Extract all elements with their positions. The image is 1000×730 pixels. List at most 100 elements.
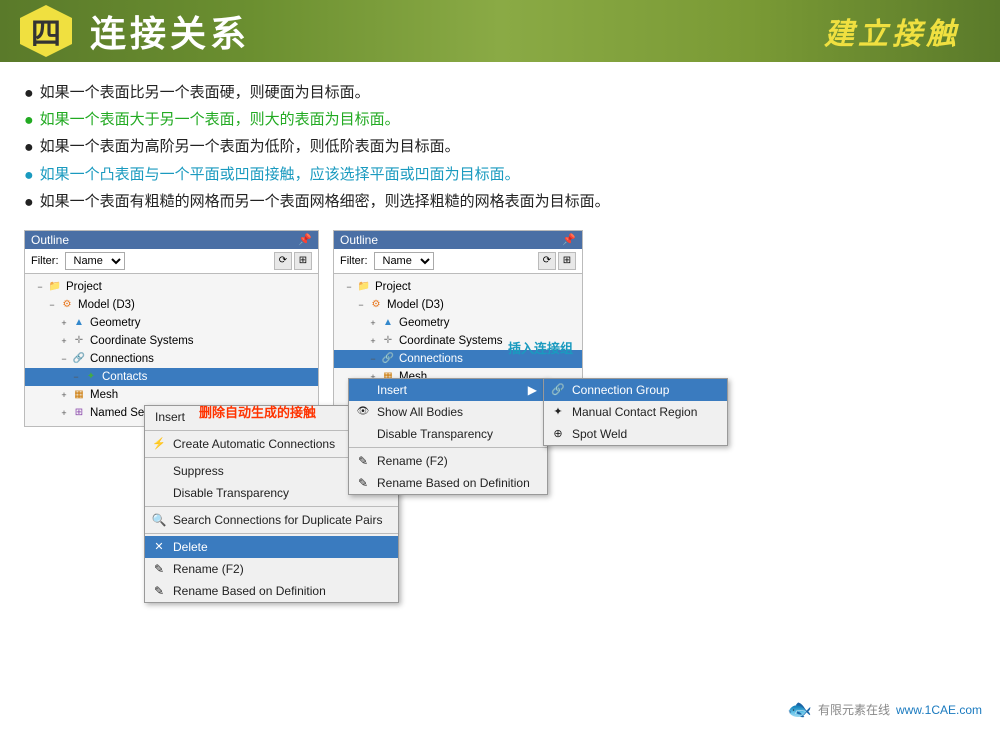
left-toolbar: ⟳ ⊞ xyxy=(274,252,312,270)
submenu-manual-contact[interactable]: ✦ Manual Contact Region xyxy=(544,401,727,423)
tree-item-geo-left[interactable]: + ▲ Geometry xyxy=(25,314,318,332)
expand-named-left: + xyxy=(57,406,71,420)
expand-coord-right: + xyxy=(366,334,380,348)
tree-item-project-left[interactable]: − 📁 Project xyxy=(25,278,318,296)
rename-right-icon: ✎ xyxy=(355,453,371,469)
menu-rename-def-left[interactable]: ✎ Rename Based on Definition xyxy=(145,580,398,602)
create-auto-label: Create Automatic Connections xyxy=(173,437,335,451)
expand-conn-right: − xyxy=(366,352,380,366)
expand-conn-left: − xyxy=(57,352,71,366)
rename-right-label: Rename (F2) xyxy=(377,454,448,468)
right-panel-title: Outline xyxy=(340,233,378,247)
menu-rename-left[interactable]: ✎ Rename (F2) xyxy=(145,558,398,580)
rename-def-right-label: Rename Based on Definition xyxy=(377,476,530,490)
right-annotation: 插入连接组 xyxy=(508,338,573,357)
left-toolbar-btn1[interactable]: ⟳ xyxy=(274,252,292,270)
bullet-text-5: 如果一个表面有粗糙的网格而另一个表面网格细密，则选择粗糙的网格表面为目标面。 xyxy=(40,189,610,215)
model-icon-left: ⚙ xyxy=(59,297,75,313)
right-menu-disable-trans[interactable]: Disable Transparency xyxy=(349,423,547,445)
right-panel-pin: 📌 xyxy=(562,233,576,246)
conn-icon-left: 🔗 xyxy=(71,351,87,367)
bullet-text-4: 如果一个凸表面与一个平面或凹面接触，应该选择平面或凹面为目标面。 xyxy=(40,162,520,188)
right-menu-insert[interactable]: Insert ▶ xyxy=(349,379,547,401)
right-menu-show-all[interactable]: 👁 Show All Bodies xyxy=(349,401,547,423)
project-icon-left: 📁 xyxy=(47,279,63,295)
connection-group-label: Connection Group xyxy=(572,383,669,397)
bullet-text-1: 如果一个表面比另一个表面硬，则硬面为目标面。 xyxy=(40,80,370,106)
tree-item-coord-left[interactable]: + ✛ Coordinate Systems xyxy=(25,332,318,350)
bullet-marker-3: ● xyxy=(24,134,34,161)
left-toolbar-btn2[interactable]: ⊞ xyxy=(294,252,312,270)
disable-trans-left-label: Disable Transparency xyxy=(173,486,289,500)
tree-item-connections-left[interactable]: − 🔗 Connections xyxy=(25,350,318,368)
right-menu-insert-arrow: ▶ xyxy=(528,383,537,397)
bullet-list: ● 如果一个表面比另一个表面硬，则硬面为目标面。 ● 如果一个表面大于另一个表面… xyxy=(24,80,976,216)
project-icon-right: 📁 xyxy=(356,279,372,295)
spot-weld-icon: ⊕ xyxy=(550,426,566,442)
section-title: 连接关系 xyxy=(90,5,250,57)
menu-sep3 xyxy=(145,506,398,507)
expand-mesh-left: + xyxy=(57,388,71,402)
content-area: ● 如果一个表面比另一个表面硬，则硬面为目标面。 ● 如果一个表面大于另一个表面… xyxy=(0,62,1000,437)
watermark-text: 有限元素在线 xyxy=(818,701,890,718)
coord-icon-left: ✛ xyxy=(71,333,87,349)
rename-def-left-icon: ✎ xyxy=(151,583,167,599)
right-toolbar: ⟳ ⊞ xyxy=(538,252,576,270)
filter-dropdown-left[interactable]: Name xyxy=(65,252,125,270)
menu-sep4 xyxy=(145,533,398,534)
left-panel-pin: 📌 xyxy=(298,233,312,246)
delete-icon: ✕ xyxy=(151,539,167,555)
contacts-icon-left: ✦ xyxy=(83,369,99,385)
geo-icon-left: ▲ xyxy=(71,315,87,331)
filter-label-left: Filter: xyxy=(31,255,59,267)
conn-label-left: Connections xyxy=(90,353,154,365)
insert-submenu: 🔗 Connection Group ✦ Manual Contact Regi… xyxy=(543,378,728,446)
section-subtitle: 建立接触 xyxy=(824,9,960,53)
filter-label-right: Filter: xyxy=(340,255,368,267)
tree-item-project-right[interactable]: − 📁 Project xyxy=(334,278,582,296)
left-panel-titlebar: Outline 📌 xyxy=(25,231,318,249)
rename-left-label: Rename (F2) xyxy=(173,562,244,576)
menu-delete[interactable]: ✕ Delete xyxy=(145,536,398,558)
mesh-label-left: Mesh xyxy=(90,389,118,401)
bullet-item-4: ● 如果一个凸表面与一个平面或凹面接触，应该选择平面或凹面为目标面。 xyxy=(24,162,976,189)
menu-search-dup[interactable]: 🔍 Search Connections for Duplicate Pairs xyxy=(145,509,398,531)
mesh-icon-left: ▦ xyxy=(71,387,87,403)
search-dup-icon: 🔍 xyxy=(151,512,167,528)
conn-label-right: Connections xyxy=(399,353,463,365)
delete-label: Delete xyxy=(173,540,208,554)
expand-model-left: − xyxy=(45,298,59,312)
manual-contact-icon: ✦ xyxy=(550,404,566,420)
tree-item-model-left[interactable]: − ⚙ Model (D3) xyxy=(25,296,318,314)
tree-item-model-right[interactable]: − ⚙ Model (D3) xyxy=(334,296,582,314)
suppress-label: Suppress xyxy=(173,464,224,478)
right-panel-filter: Filter: Name ⟳ ⊞ xyxy=(334,249,582,274)
named-icon-left: ⊞ xyxy=(71,405,87,421)
show-all-icon: 👁 xyxy=(355,404,371,420)
model-label-left: Model (D3) xyxy=(78,299,135,311)
tree-item-contacts-left[interactable]: − ✦ Contacts xyxy=(25,368,318,386)
contacts-label-left: Contacts xyxy=(102,371,147,383)
submenu-connection-group[interactable]: 🔗 Connection Group xyxy=(544,379,727,401)
expand-contacts-left: − xyxy=(69,370,83,384)
coord-label-left: Coordinate Systems xyxy=(90,335,194,347)
rename-def-right-icon: ✎ xyxy=(355,475,371,491)
left-annotation: 删除自动生成的接触 xyxy=(199,402,316,421)
tree-item-geo-right[interactable]: + ▲ Geometry xyxy=(334,314,582,332)
right-toolbar-btn2[interactable]: ⊞ xyxy=(558,252,576,270)
watermark-link: www.1CAE.com xyxy=(896,703,982,717)
filter-dropdown-right[interactable]: Name xyxy=(374,252,434,270)
right-menu-insert-label: Insert xyxy=(377,383,407,397)
bullet-marker-2: ● xyxy=(24,107,34,134)
expand-project-right: − xyxy=(342,280,356,294)
bullet-item-1: ● 如果一个表面比另一个表面硬，则硬面为目标面。 xyxy=(24,80,976,107)
footer: 🐟 有限元素在线 www.1CAE.com xyxy=(787,697,982,722)
section-number: 四 xyxy=(20,5,72,57)
right-menu-rename[interactable]: ✎ Rename (F2) xyxy=(349,450,547,472)
bullet-item-3: ● 如果一个表面为高阶另一个表面为低阶，则低阶表面为目标面。 xyxy=(24,134,976,161)
right-toolbar-btn1[interactable]: ⟳ xyxy=(538,252,556,270)
bullet-item-5: ● 如果一个表面有粗糙的网格而另一个表面网格细密，则选择粗糙的网格表面为目标面。 xyxy=(24,189,976,216)
right-menu-rename-def[interactable]: ✎ Rename Based on Definition xyxy=(349,472,547,494)
submenu-spot-weld[interactable]: ⊕ Spot Weld xyxy=(544,423,727,445)
conn-icon-right: 🔗 xyxy=(380,351,396,367)
